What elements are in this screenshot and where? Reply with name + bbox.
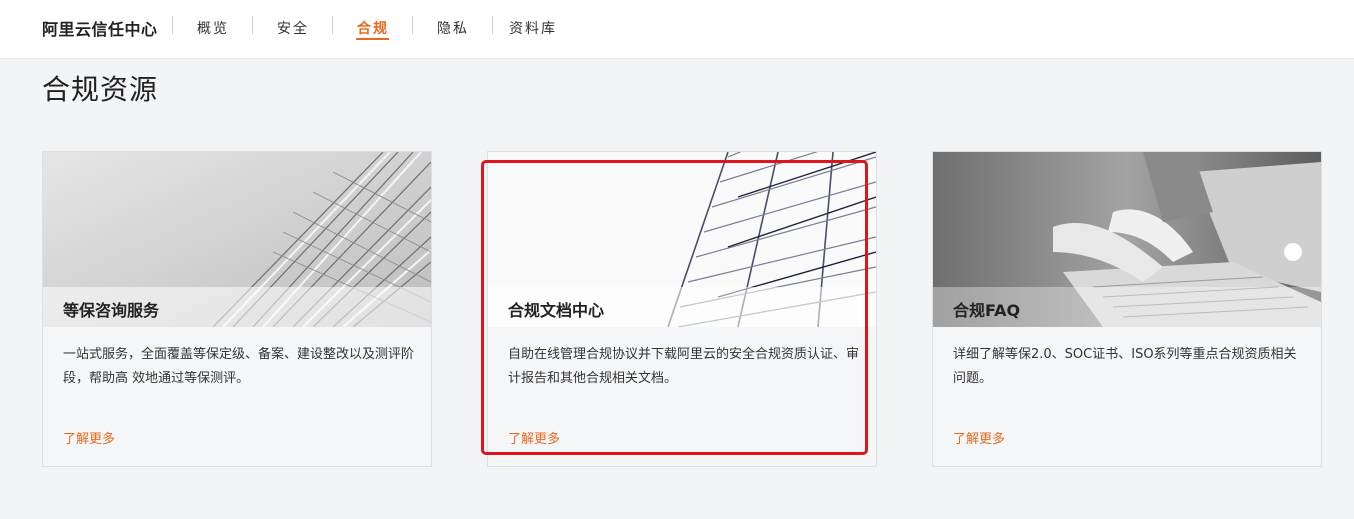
learn-more-link[interactable]: 了解更多: [508, 428, 560, 447]
active-tab-indicator: [356, 38, 389, 40]
card-description: 自助在线管理合规协议并下载阿里云的安全合规资质认证、审计报告和其他合规相关文档。: [508, 347, 860, 386]
nav-divider: [172, 16, 173, 34]
card-classified-protection[interactable]: 等保咨询服务 一站式服务，全面覆盖等保定级、备案、建设整改以及测评阶段，帮助高 …: [42, 151, 432, 467]
nav-item-compliance[interactable]: 合规: [357, 18, 389, 38]
nav-item-privacy[interactable]: 隐私: [437, 18, 469, 38]
nav-divider: [492, 16, 493, 34]
card-description: 一站式服务，全面覆盖等保定级、备案、建设整改以及测评阶段，帮助高 效地通过等保测…: [63, 347, 415, 386]
card-compliance-docs[interactable]: 合规文档中心 自助在线管理合规协议并下载阿里云的安全合规资质认证、审计报告和其他…: [487, 151, 877, 467]
card-title: 合规文档中心: [508, 301, 605, 320]
nav-item-overview[interactable]: 概览: [197, 18, 229, 38]
card-description: 详细了解等保2.0、SOC证书、ISO系列等重点合规资质相关问题。: [953, 347, 1297, 386]
nav-item-resources[interactable]: 资料库: [509, 18, 557, 38]
nav-divider: [412, 16, 413, 34]
nav-divider: [252, 16, 253, 34]
card-title: 合规FAQ: [953, 301, 1021, 320]
card-compliance-faq[interactable]: 合规FAQ 详细了解等保2.0、SOC证书、ISO系列等重点合规资质相关问题。 …: [932, 151, 1322, 467]
section-title: 合规资源: [42, 73, 159, 106]
learn-more-link[interactable]: 了解更多: [63, 428, 115, 447]
nav-divider: [332, 16, 333, 34]
brand-title[interactable]: 阿里云信任中心: [42, 16, 158, 40]
learn-more-link[interactable]: 了解更多: [953, 428, 1005, 447]
top-navigation: 阿里云信任中心 概览 安全 合规 隐私 资料库: [0, 0, 1354, 59]
card-title: 等保咨询服务: [63, 301, 160, 320]
nav-item-security[interactable]: 安全: [277, 18, 309, 38]
